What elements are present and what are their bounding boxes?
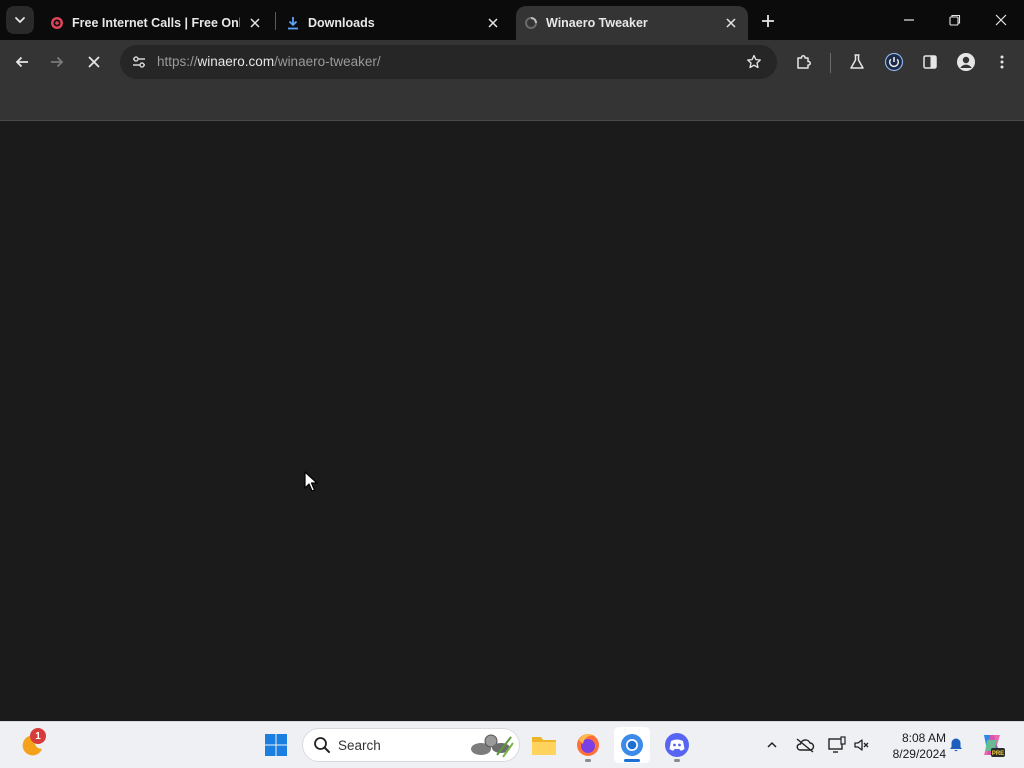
close-icon: [488, 18, 498, 28]
start-button[interactable]: [258, 727, 294, 763]
bell-icon: [950, 738, 962, 752]
speaker-muted-icon: [854, 739, 869, 751]
firefox-button[interactable]: [570, 727, 606, 763]
back-button[interactable]: [8, 48, 36, 76]
file-explorer-button[interactable]: [526, 727, 562, 763]
folder-icon: [532, 737, 556, 755]
extension-power-button[interactable]: [880, 48, 908, 76]
close-icon: [995, 14, 1007, 26]
browser-toolbar: https://winaero.com/winaero-tweaker/: [0, 40, 1024, 85]
copilot-icon: PRE: [984, 735, 1005, 757]
search-placeholder: Search: [338, 738, 381, 753]
taskbar-clock[interactable]: 8:08 AM 8/29/2024: [876, 730, 946, 762]
url-text[interactable]: https://winaero.com/winaero-tweaker/: [157, 54, 381, 69]
labs-button[interactable]: [843, 48, 871, 76]
tune-icon: [133, 56, 145, 68]
new-tab-button[interactable]: [755, 8, 781, 34]
close-window-button[interactable]: [978, 0, 1024, 40]
side-panel-button[interactable]: [916, 48, 944, 76]
tab-separator: [275, 12, 276, 30]
search-icon: [313, 736, 331, 759]
bookmarks-bar: [0, 85, 1024, 121]
close-icon: [88, 56, 100, 68]
power-circle-icon: [884, 52, 904, 72]
url-path: /winaero-tweaker/: [274, 54, 381, 69]
url-host: winaero.com: [197, 54, 275, 69]
poptox-favicon: [50, 16, 64, 30]
star-icon: [747, 54, 761, 69]
browser-menu-button[interactable]: [988, 48, 1016, 76]
minimize-button[interactable]: [886, 0, 932, 40]
windows-logo-icon: [265, 734, 287, 756]
tab-close-button[interactable]: [722, 14, 740, 32]
copilot-button[interactable]: PRE: [978, 731, 1006, 759]
profile-button[interactable]: [952, 48, 980, 76]
tab-downloads[interactable]: Downloads: [280, 6, 510, 40]
clock-date: 8/29/2024: [892, 747, 946, 761]
download-icon: [286, 16, 300, 30]
tab-title: Free Internet Calls | Free Online: [72, 16, 240, 30]
restore-icon: [949, 14, 961, 26]
chevron-down-icon: [15, 17, 25, 24]
loading-spinner-icon: [524, 16, 538, 30]
more-vertical-icon: [1000, 55, 1004, 69]
firefox-icon: [577, 734, 599, 756]
chrome-icon: [621, 734, 643, 756]
mouse-cursor-icon: [304, 471, 318, 498]
volume-tray-button[interactable]: [850, 733, 874, 757]
toolbar-divider: [830, 53, 831, 73]
taskbar-search-box[interactable]: Search: [302, 728, 520, 762]
chevron-up-icon: [767, 741, 777, 748]
forward-button[interactable]: [43, 48, 71, 76]
tab-title: Downloads: [308, 16, 375, 30]
chrome-button[interactable]: [614, 727, 650, 763]
notification-badge: 1: [30, 728, 46, 744]
tab-search-button[interactable]: [6, 6, 34, 34]
running-indicator: [585, 759, 591, 762]
avatar-icon: [957, 53, 975, 71]
network-tray-button[interactable]: [825, 733, 849, 757]
search-highlight-art-icon: [467, 731, 515, 764]
tab-strip: Free Internet Calls | Free Online Downlo…: [0, 0, 1024, 40]
side-panel-icon: [923, 55, 937, 69]
copilot-pre-label: PRE: [992, 751, 1004, 757]
site-info-button[interactable]: [126, 49, 152, 75]
network-icon: [828, 736, 846, 753]
running-indicator: [674, 759, 680, 762]
minimize-icon: [904, 19, 914, 21]
url-scheme: https://: [157, 54, 198, 69]
arrow-right-icon: [51, 56, 64, 68]
notifications-button[interactable]: [944, 733, 968, 757]
bookmark-star-button[interactable]: [741, 49, 767, 75]
discord-button[interactable]: [659, 727, 695, 763]
address-bar[interactable]: https://winaero.com/winaero-tweaker/: [120, 45, 777, 79]
tab-winaero-tweaker[interactable]: Winaero Tweaker: [516, 6, 748, 40]
puzzle-icon: [797, 55, 811, 69]
screen: Free Internet Calls | Free Online Downlo…: [0, 0, 1024, 768]
tab-title: Winaero Tweaker: [546, 16, 648, 30]
tab-close-button[interactable]: [484, 14, 502, 32]
discord-icon: [665, 733, 689, 757]
show-hidden-icons-button[interactable]: [760, 733, 784, 757]
cloud-off-icon: [796, 738, 815, 753]
close-icon: [726, 18, 736, 28]
restore-button[interactable]: [932, 0, 978, 40]
close-icon: [250, 18, 260, 28]
flask-icon: [850, 54, 864, 69]
plus-icon: [762, 15, 774, 27]
onedrive-tray-button[interactable]: [793, 733, 817, 757]
tab-close-button[interactable]: [246, 14, 264, 32]
clock-time: 8:08 AM: [901, 731, 946, 745]
running-indicator: [624, 759, 640, 762]
stop-loading-button[interactable]: [80, 48, 108, 76]
arrow-left-icon: [15, 56, 28, 68]
extensions-button[interactable]: [790, 48, 818, 76]
taskbar: 1 Search 8:08 AM 8/29/2024 PRE: [0, 721, 1024, 768]
page-content[interactable]: [0, 121, 1024, 721]
tab-free-internet-calls[interactable]: Free Internet Calls | Free Online: [44, 6, 272, 40]
